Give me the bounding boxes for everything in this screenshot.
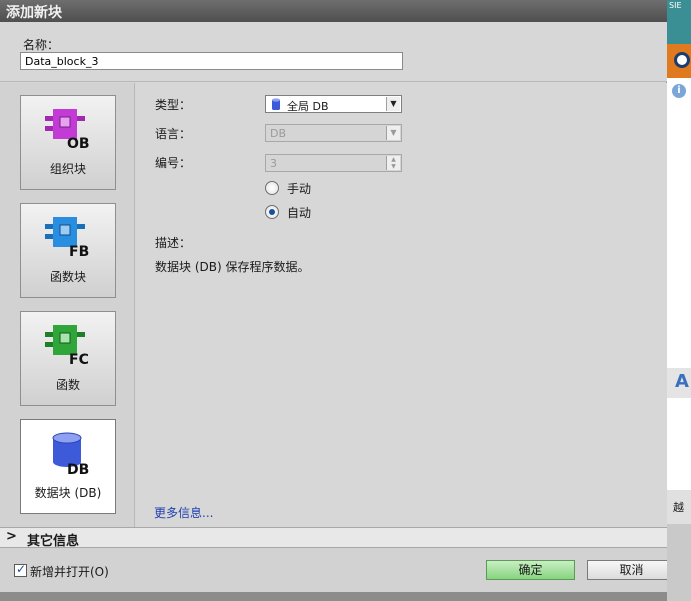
function-icon: FC	[45, 325, 89, 366]
siemens-header: SIE	[667, 0, 691, 44]
chevron-down-icon[interactable]: ▼	[386, 97, 400, 111]
name-area: 名称：	[0, 22, 667, 82]
side-task-panel: SIE i A 越	[667, 0, 691, 601]
language-label: 语言：	[155, 127, 192, 141]
spinner-arrows-icon: ▲ ▼	[386, 156, 400, 170]
svg-text:FB: FB	[69, 244, 89, 258]
block-type-panel: OB 组织块 FB 函数块 FC 函数 DB 数据块 (DB)	[0, 83, 135, 527]
svg-text:FC: FC	[69, 352, 89, 366]
number-value: 3	[270, 157, 277, 170]
block-label: 函数块	[49, 270, 86, 284]
description-label: 描述：	[155, 236, 192, 250]
side-bottom-bar: 越	[667, 490, 691, 524]
dialog-titlebar: 添加新块	[0, 0, 667, 22]
ok-button[interactable]: 确定	[486, 560, 575, 580]
side-font-bar: A	[667, 368, 691, 398]
function-block-button[interactable]: FB 函数块	[20, 203, 116, 298]
chevron-right-icon[interactable]: >	[6, 529, 17, 544]
block-label: 函数	[55, 378, 80, 392]
side-orange-bar	[667, 44, 691, 78]
block-properties-panel: 类型： 全局 DB ▼ 语言： DB ▼ 编号： 3 ▲ ▼ 手动 自动 描述：…	[136, 83, 667, 527]
svg-text:DB: DB	[67, 462, 89, 476]
name-label: 名称：	[23, 38, 60, 52]
chevron-down-icon: ▼	[386, 126, 400, 140]
cancel-button[interactable]: 取消	[587, 560, 676, 580]
function-block-icon: FB	[45, 217, 89, 258]
name-input[interactable]	[20, 52, 403, 70]
global-db-icon	[272, 98, 280, 110]
description-text: 数据块 (DB) 保存程序数据。	[155, 260, 310, 274]
side-info-area: i	[667, 78, 691, 368]
dialog-title: 添加新块	[6, 5, 62, 21]
type-select-value: 全局 DB	[287, 100, 329, 113]
number-label: 编号：	[155, 156, 192, 170]
organization-block-button[interactable]: OB 组织块	[20, 95, 116, 190]
more-info-link[interactable]: 更多信息...	[154, 504, 213, 521]
auto-radio[interactable]	[265, 205, 279, 219]
organization-block-icon: OB	[45, 109, 90, 150]
type-label: 类型：	[155, 98, 192, 112]
manual-label: 手动	[287, 182, 312, 196]
add-open-label[interactable]: 新增并打开(O)	[30, 563, 109, 580]
siemens-text: SIE	[669, 1, 682, 10]
info-icon[interactable]: i	[672, 84, 686, 98]
block-label: 组织块	[49, 162, 86, 176]
add-open-checkbox[interactable]	[14, 562, 27, 577]
manual-radio[interactable]	[265, 181, 279, 195]
bottom-strip	[0, 592, 667, 601]
language-select: DB ▼	[265, 124, 402, 142]
font-icon[interactable]: A	[675, 371, 689, 392]
data-block-icon: DB	[52, 432, 89, 476]
svg-text:OB: OB	[67, 136, 90, 150]
data-block-button[interactable]: DB 数据块 (DB)	[20, 419, 116, 514]
other-info-section[interactable]: > 其它信息	[0, 527, 667, 549]
add-block-dialog: 添加新块 名称： OB 组织块 FB	[0, 0, 676, 601]
language-select-value: DB	[270, 127, 287, 140]
auto-label: 自动	[287, 206, 312, 220]
block-label: 数据块 (DB)	[34, 486, 102, 500]
other-info-label: 其它信息	[27, 534, 80, 549]
side-content-area	[667, 398, 691, 490]
eye-icon[interactable]	[674, 52, 690, 68]
type-select[interactable]: 全局 DB ▼	[265, 95, 402, 113]
number-spinner: 3 ▲ ▼	[265, 154, 402, 172]
function-button[interactable]: FC 函数	[20, 311, 116, 406]
side-bottom-text: 越	[673, 501, 684, 514]
